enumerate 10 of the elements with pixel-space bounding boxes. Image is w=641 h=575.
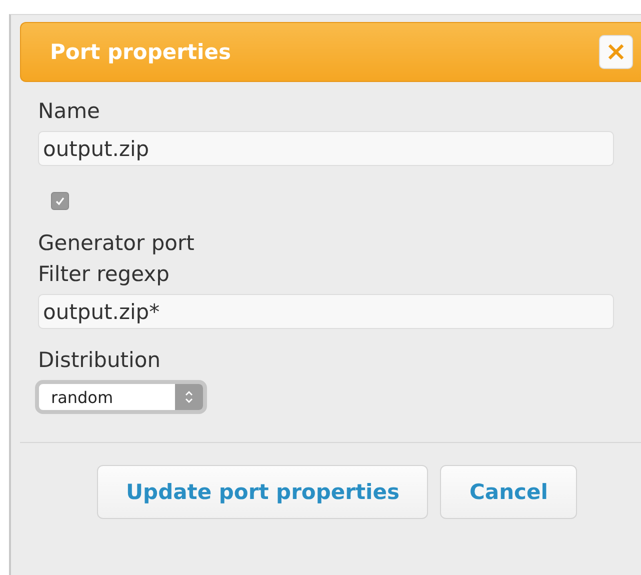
- dropdown[interactable]: random: [35, 380, 207, 414]
- updown-icon: [184, 389, 194, 405]
- checkbox-label: Generator port: [38, 230, 194, 257]
- field-label: Distribution: [38, 347, 161, 374]
- field-label: Filter regexp: [38, 261, 170, 288]
- text-field[interactable]: output.zip*: [38, 294, 614, 329]
- dialog-title: Port properties: [50, 40, 231, 64]
- check-icon: [54, 195, 66, 207]
- field-label: Name: [38, 98, 100, 125]
- text-field[interactable]: output.zip: [38, 131, 614, 166]
